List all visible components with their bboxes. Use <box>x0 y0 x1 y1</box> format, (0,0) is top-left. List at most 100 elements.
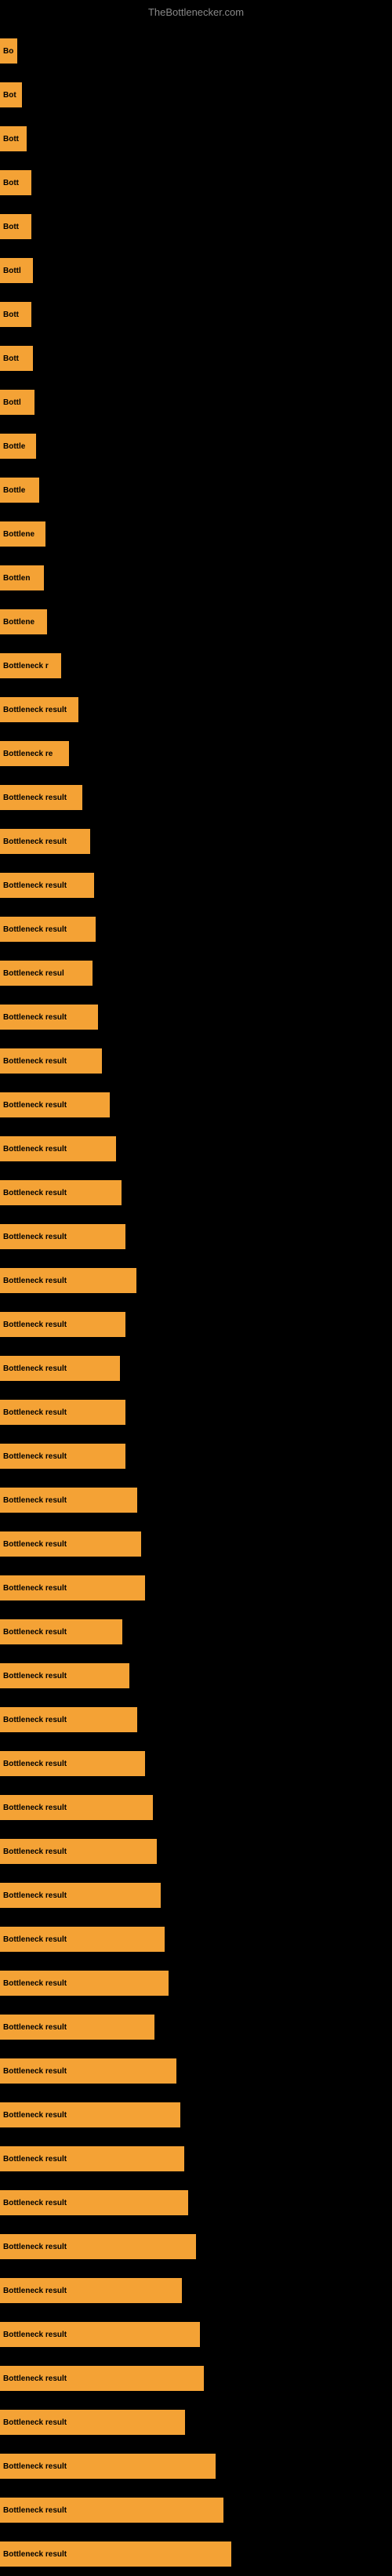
bar-row: Bottleneck result <box>0 1873 392 1917</box>
bar-row: Bottleneck result <box>0 1829 392 1873</box>
bottleneck-bar: Bottleneck result <box>0 1444 125 1469</box>
bar-label: Bottleneck result <box>3 1848 67 1856</box>
bar-label: Bottleneck result <box>3 2374 67 2383</box>
bar-label: Bottleneck result <box>3 706 67 714</box>
bar-label: Bott <box>3 311 19 319</box>
bottleneck-bar: Bottleneck result <box>0 1400 125 1425</box>
bar-label: Bottleneck result <box>3 1408 67 1417</box>
bar-row: Bottleneck result <box>0 1434 392 1478</box>
bar-row: Bottl <box>0 249 392 292</box>
bottleneck-bar: Bottlen <box>0 565 44 590</box>
bottleneck-bar: Bottleneck result <box>0 2322 200 2347</box>
bar-label: Bottl <box>3 267 21 275</box>
bar-row: Bottlen <box>0 556 392 600</box>
bar-row: Bottleneck result <box>0 1215 392 1259</box>
bottleneck-bar: Bottleneck result <box>0 2146 184 2171</box>
bar-label: Bottleneck result <box>3 1804 67 1812</box>
bar-row: Bottleneck result <box>0 2532 392 2576</box>
bar-row: Bottleneck r <box>0 644 392 688</box>
bar-label: Bottleneck r <box>3 662 49 670</box>
bottleneck-bar: Bottleneck result <box>0 785 82 810</box>
bar-label: Bottleneck result <box>3 2506 67 2515</box>
bar-row: Bottleneck result <box>0 1127 392 1171</box>
bottleneck-bar: Bottleneck result <box>0 1751 145 1776</box>
bar-row: Bo <box>0 29 392 73</box>
bar-label: Bottleneck result <box>3 1013 67 1022</box>
bar-label: Bottleneck result <box>3 1145 67 1154</box>
bar-row: Bott <box>0 205 392 249</box>
bar-row: Bottle <box>0 468 392 512</box>
bottleneck-bar: Bottleneck result <box>0 1531 141 1557</box>
bar-row: Bottleneck result <box>0 1961 392 2005</box>
bar-row: Bottleneck result <box>0 1171 392 1215</box>
bar-row: Bottleneck result <box>0 1742 392 1786</box>
bar-label: Bottleneck result <box>3 1101 67 1110</box>
bottleneck-bar: Bottleneck result <box>0 1092 110 1117</box>
bottleneck-bar: Bottleneck result <box>0 2058 176 2084</box>
bar-label: Bottle <box>3 486 25 495</box>
bar-label: Bottleneck re <box>3 750 53 758</box>
bar-row: Bottleneck result <box>0 2444 392 2488</box>
bottleneck-bar: Bottleneck result <box>0 2102 180 2127</box>
bar-row: Bottle <box>0 424 392 468</box>
bar-label: Bottleneck result <box>3 2550 67 2559</box>
bar-row: Bottleneck result <box>0 995 392 1039</box>
bar-label: Bottleneck result <box>3 1584 67 1593</box>
bar-label: Bottlene <box>3 618 34 627</box>
bar-row: Bottleneck result <box>0 907 392 951</box>
bar-row: Bottleneck re <box>0 732 392 776</box>
bar-row: Bottleneck result <box>0 1654 392 1698</box>
bottleneck-bar: Bott <box>0 126 27 151</box>
bottleneck-bar: Bottleneck result <box>0 1663 129 1688</box>
bottleneck-bar: Bottleneck result <box>0 1619 122 1644</box>
bottleneck-bar: Bottleneck result <box>0 1005 98 1030</box>
bar-label: Bottleneck result <box>3 1979 67 1988</box>
bar-row: Bottlene <box>0 512 392 556</box>
bottleneck-bar: Bottleneck result <box>0 2015 154 2040</box>
bar-label: Bottlene <box>3 530 34 539</box>
bar-label: Bottleneck result <box>3 2287 67 2295</box>
bottleneck-bar: Bottleneck result <box>0 1136 116 1161</box>
bar-row: Bottleneck result <box>0 2400 392 2444</box>
bar-row: Bottleneck result <box>0 1917 392 1961</box>
bottleneck-bar: Bottlene <box>0 609 47 634</box>
bar-row: Bot <box>0 73 392 117</box>
bar-row: Bott <box>0 161 392 205</box>
bottleneck-bar: Bott <box>0 170 31 195</box>
bottleneck-bar: Bottleneck result <box>0 1927 165 1952</box>
bottleneck-bar: Bottleneck result <box>0 1224 125 1249</box>
bottleneck-bar: Bottleneck r <box>0 653 61 678</box>
bar-label: Bottleneck result <box>3 2067 67 2076</box>
bottleneck-bar: Bottleneck result <box>0 1312 125 1337</box>
bar-row: Bottleneck result <box>0 1346 392 1390</box>
bar-label: Bottleneck result <box>3 2199 67 2207</box>
bottleneck-bar: Bott <box>0 302 31 327</box>
bottleneck-bar: Bottleneck result <box>0 1839 157 1864</box>
bottleneck-bar: Bottleneck result <box>0 2190 188 2215</box>
bottleneck-bar: Bottleneck resul <box>0 961 93 986</box>
bar-row: Bottleneck result <box>0 2093 392 2137</box>
bar-label: Bottleneck result <box>3 1277 67 1285</box>
bottleneck-bar: Bot <box>0 82 22 107</box>
bar-label: Bottleneck result <box>3 2111 67 2120</box>
bar-row: Bottleneck result <box>0 2356 392 2400</box>
bar-label: Bottleneck result <box>3 2331 67 2339</box>
bar-row: Bottl <box>0 380 392 424</box>
bar-row: Bottleneck result <box>0 1303 392 1346</box>
bar-label: Bottleneck result <box>3 881 67 890</box>
bar-row: Bottleneck result <box>0 2005 392 2049</box>
bar-label: Bottleneck result <box>3 1321 67 1329</box>
bar-label: Bottleneck result <box>3 1628 67 1637</box>
bottleneck-bar: Bottleneck result <box>0 829 90 854</box>
bar-row: Bottleneck result <box>0 2225 392 2269</box>
site-title: TheBottlenecker.com <box>0 0 392 21</box>
bottleneck-bar: Bottleneck result <box>0 1795 153 1820</box>
bar-row: Bottleneck result <box>0 1698 392 1742</box>
bar-label: Bott <box>3 135 19 144</box>
bottleneck-bar: Bott <box>0 214 31 239</box>
bottleneck-bar: Bott <box>0 346 33 371</box>
bottleneck-bar: Bottle <box>0 434 36 459</box>
bottleneck-bar: Bottleneck result <box>0 873 94 898</box>
bar-label: Bottleneck resul <box>3 969 64 978</box>
bottleneck-bar: Bottleneck result <box>0 2541 231 2567</box>
